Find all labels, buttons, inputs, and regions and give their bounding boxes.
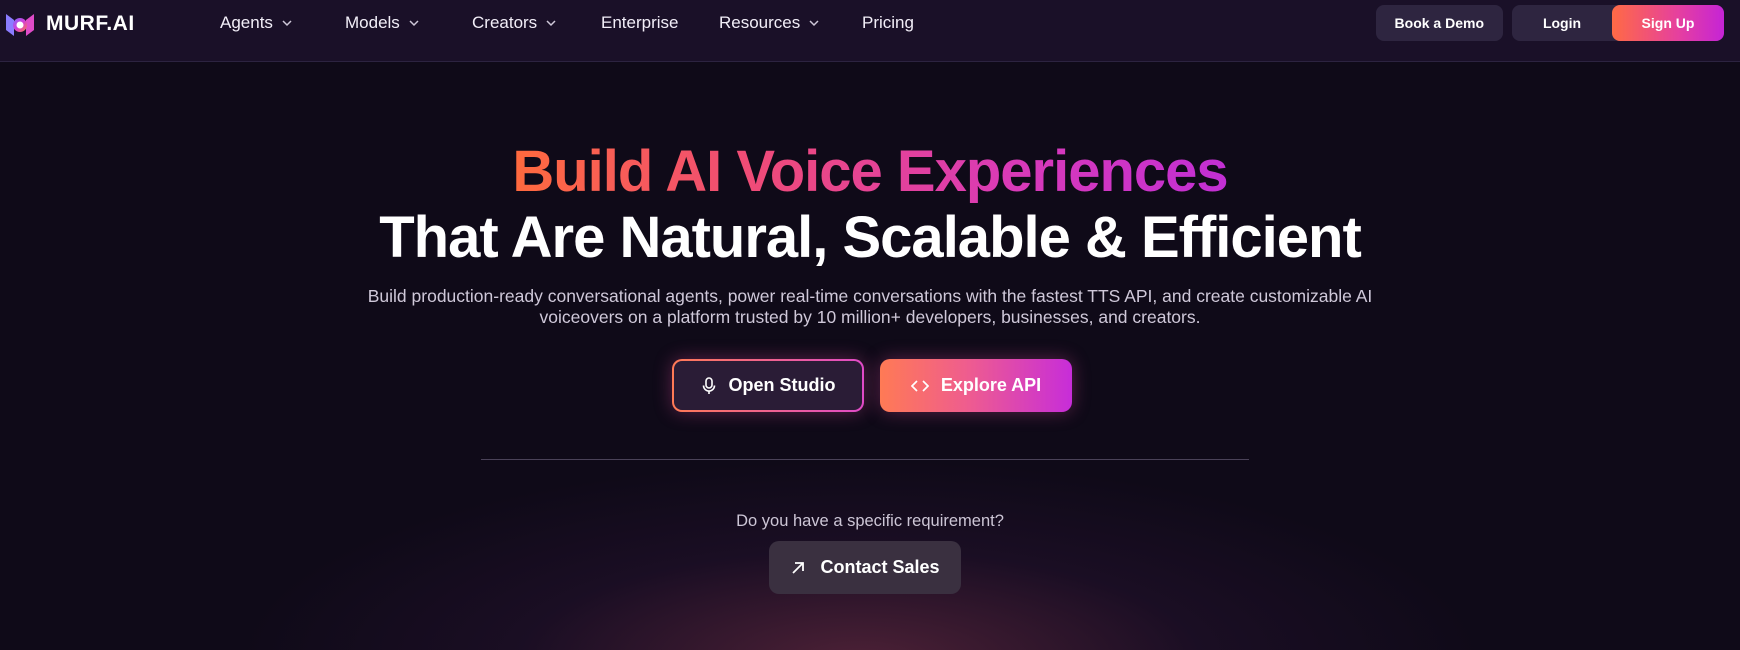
code-brackets-icon — [910, 379, 929, 392]
nav-item-enterprise[interactable]: Enterprise — [601, 13, 678, 33]
auth-group: Login Sign Up — [1512, 5, 1724, 41]
arrow-up-right-icon — [792, 561, 805, 574]
login-button[interactable]: Login — [1512, 5, 1612, 41]
nav-item-label: Resources — [719, 13, 801, 32]
nav-actions: Book a Demo Login Sign Up — [1375, 5, 1724, 41]
explore-api-button[interactable]: Explore API — [880, 359, 1072, 412]
hero-subtitle: Build production-ready conversational ag… — [360, 286, 1380, 328]
hero-subtitle-line1: Build production-ready conversational ag… — [367, 286, 1373, 306]
brand-logo[interactable]: MURF.AI — [4, 10, 135, 38]
chevron-down-icon — [809, 20, 819, 27]
nav-item-models[interactable]: Models — [345, 13, 420, 33]
nav-item-label: Agents — [220, 13, 273, 32]
hero-cta-row: Open Studio Explore API — [0, 359, 1740, 412]
nav-item-label: Pricing — [862, 13, 914, 32]
explore-api-label: Explore API — [940, 375, 1042, 395]
open-studio-button[interactable]: Open Studio — [672, 359, 864, 412]
chevron-down-icon — [282, 20, 292, 27]
nav-item-creators[interactable]: Creators — [472, 13, 557, 33]
open-studio-label: Open Studio — [728, 375, 836, 395]
hero-title-gradient-text: Build AI Voice Experiences — [512, 139, 1228, 204]
murf-logo-icon — [4, 10, 36, 38]
nav-item-label: Models — [345, 13, 400, 32]
hero-title-gradient: Build AI Voice Experiences — [0, 138, 1740, 206]
book-demo-button[interactable]: Book a Demo — [1375, 5, 1503, 41]
hero-subtitle-line2: voiceovers on a platform trusted by 10 m… — [539, 307, 1201, 327]
signup-button[interactable]: Sign Up — [1612, 5, 1724, 41]
nav-item-agents[interactable]: Agents — [220, 13, 293, 33]
contact-sales-label: Contact Sales — [820, 557, 940, 577]
section-divider — [481, 459, 1249, 460]
nav-item-label: Enterprise — [601, 13, 679, 32]
chevron-down-icon — [409, 20, 419, 27]
brand-name: MURF.AI — [46, 12, 135, 35]
chevron-down-icon — [546, 20, 556, 27]
nav-item-label: Creators — [472, 13, 538, 32]
page: MURF.AI Agents Models Creators Enterpris… — [0, 0, 1740, 650]
top-nav: MURF.AI Agents Models Creators Enterpris… — [0, 0, 1740, 62]
requirement-question: Do you have a specific requirement? — [736, 512, 1004, 530]
microphone-icon — [702, 376, 715, 394]
nav-item-pricing[interactable]: Pricing — [862, 13, 914, 33]
hero-title-white: That Are Natural, Scalable & Efficient — [379, 205, 1362, 270]
contact-sales-button[interactable]: Contact Sales — [769, 541, 961, 594]
nav-item-resources[interactable]: Resources — [719, 13, 820, 33]
